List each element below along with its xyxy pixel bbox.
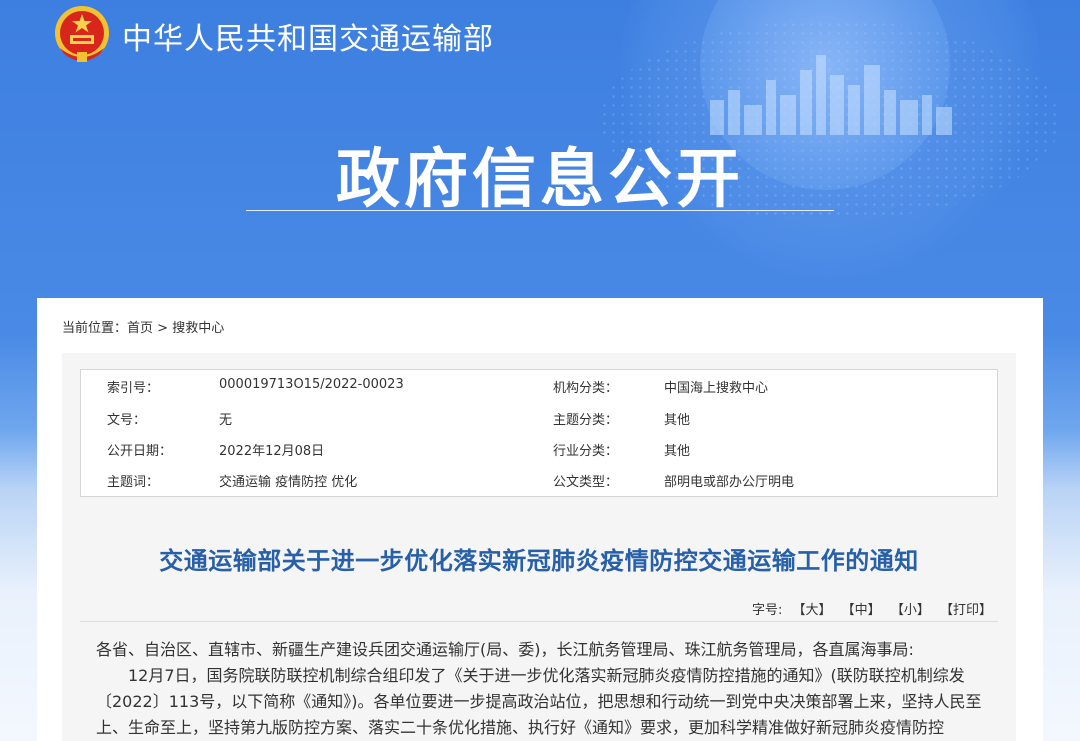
meta-value-doc-type: 部明电或部办公厅明电 xyxy=(664,475,795,490)
meta-key-industry: 行业分类： xyxy=(553,444,619,459)
meta-key-topic: 主题分类： xyxy=(553,413,619,428)
content-card: 当前位置：首页 > 搜救中心 索引号： 000019713O15/2022-00… xyxy=(37,298,1043,741)
ministry-name: 中华人民共和国交通运输部 xyxy=(122,22,494,57)
metadata-row: 文号： 无 主题分类： 其他 xyxy=(81,402,997,433)
breadcrumb: 当前位置：首页 > 搜救中心 xyxy=(62,317,224,336)
national-emblem-icon xyxy=(55,6,109,62)
document-title: 交通运输部关于进一步优化落实新冠肺炎疫情防控交通运输工作的通知 xyxy=(159,547,919,575)
metadata-row: 主题词： 交通运输 疫情防控 优化 公文类型： 部明电或部办公厅明电 xyxy=(81,464,997,495)
banner-divider xyxy=(246,210,834,211)
meta-value-publish-date: 2022年12月08日 xyxy=(219,444,325,459)
metadata-row: 索引号： 000019713O15/2022-00023 机构分类： 中国海上搜… xyxy=(81,370,997,401)
meta-key-publish-date: 公开日期： xyxy=(107,444,173,459)
breadcrumb-separator: > xyxy=(153,321,173,336)
meta-value-industry: 其他 xyxy=(664,444,691,459)
body-paragraph: 各省、自治区、直辖市、新疆生产建设兵团交通运输厅(局、委)，长江航务管理局、珠江… xyxy=(96,640,914,659)
breadcrumb-current-link[interactable]: 搜救中心 xyxy=(172,321,224,336)
meta-key-agency: 机构分类： xyxy=(553,381,619,396)
meta-value-topic: 其他 xyxy=(664,413,691,428)
print-button[interactable]: 【打印】 xyxy=(940,599,992,618)
metadata-table: 索引号： 000019713O15/2022-00023 机构分类： 中国海上搜… xyxy=(80,369,998,497)
meta-value-keywords: 交通运输 疫情防控 优化 xyxy=(219,475,358,490)
meta-value-doc-number: 无 xyxy=(219,413,233,428)
meta-key-doc-number: 文号： xyxy=(107,413,147,428)
header-banner: 中华人民共和国交通运输部 政府信息公开 xyxy=(0,0,1080,300)
meta-key-doc-type: 公文类型： xyxy=(553,475,619,490)
metadata-row: 公开日期： 2022年12月08日 行业分类： 其他 xyxy=(81,433,997,464)
document-container: 索引号： 000019713O15/2022-00023 机构分类： 中国海上搜… xyxy=(62,353,1016,741)
font-size-toolbar: 字号: 【大】 【中】 【小】 【打印】 xyxy=(80,593,998,622)
banner-title: 政府信息公开 xyxy=(336,143,744,217)
meta-value-agency: 中国海上搜救中心 xyxy=(664,381,769,396)
font-size-label: 字号: xyxy=(751,603,783,618)
document-body: 各省、自治区、直辖市、新疆生产建设兵团交通运输厅(局、委)，长江航务管理局、珠江… xyxy=(96,637,986,741)
meta-key-keywords: 主题词： xyxy=(107,475,160,490)
meta-key-index: 索引号： xyxy=(107,381,160,396)
body-paragraph: 12月7日，国务院联防联控机制综合组印发了《关于进一步优化落实新冠肺炎疫情防控措… xyxy=(96,666,982,737)
meta-value-index: 000019713O15/2022-00023 xyxy=(219,377,404,392)
breadcrumb-prefix: 当前位置： xyxy=(62,321,128,336)
breadcrumb-home-link[interactable]: 首页 xyxy=(127,321,153,336)
city-skyline-icon xyxy=(710,55,952,135)
font-size-small-button[interactable]: 【小】 xyxy=(891,599,930,618)
font-size-medium-button[interactable]: 【中】 xyxy=(842,599,881,618)
font-size-large-button[interactable]: 【大】 xyxy=(793,599,832,618)
